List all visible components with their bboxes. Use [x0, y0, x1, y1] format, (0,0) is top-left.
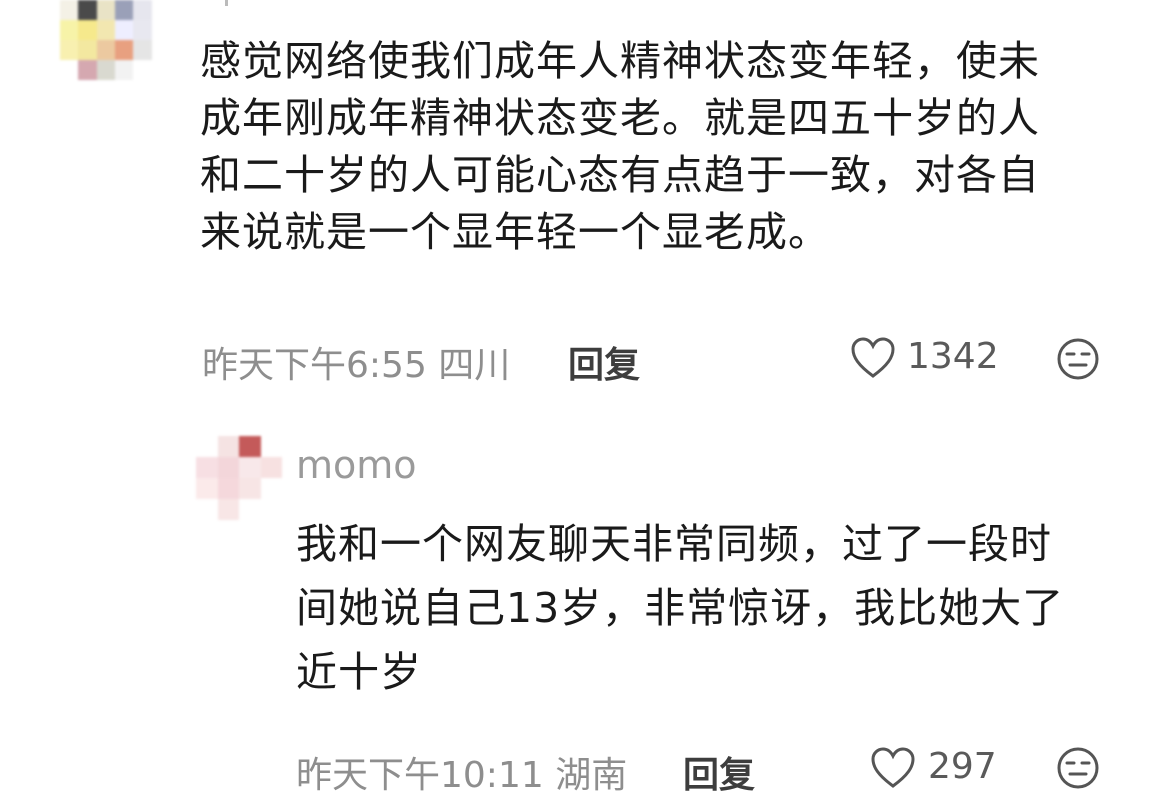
reply-button[interactable]: 回复 — [568, 336, 640, 388]
neutral-face-icon — [1057, 747, 1099, 789]
divider-mark — [225, 0, 228, 6]
emoji-reaction-button[interactable] — [1055, 745, 1101, 791]
commenter-avatar[interactable] — [60, 0, 170, 80]
reply-avatar[interactable] — [196, 436, 282, 520]
neutral-face-icon — [1057, 338, 1099, 380]
heart-outline-icon — [851, 337, 895, 378]
reply-text: 我和一个网友聊天非常同频，过了一段时 间她说自己13岁，非常惊讶，我比她大了 近… — [296, 512, 1126, 704]
comment-text: 感觉网络使我们成年人精神状态变年轻，使未 成年刚成年精神状态变老。就是四五十岁的… — [200, 33, 1130, 261]
reply-text-line: 我和一个网友聊天非常同频，过了一段时 — [296, 520, 1052, 568]
timestamp: 昨天下午10:11 — [296, 755, 544, 796]
like-count: 297 — [928, 746, 997, 787]
like-button[interactable] — [850, 336, 896, 380]
comment-text-line: 来说就是一个显年轻一个显老成。 — [200, 208, 830, 256]
reply-button[interactable]: 回复 — [683, 746, 755, 798]
like-count: 1342 — [907, 336, 999, 377]
comment-text-line: 和二十岁的人可能心态有点趋于一致，对各自 — [200, 151, 1040, 199]
emoji-reaction-button[interactable] — [1055, 336, 1101, 382]
heart-outline-icon — [871, 747, 915, 788]
comment-text-line: 感觉网络使我们成年人精神状态变年轻，使未 — [200, 37, 1040, 85]
comment-text-line: 成年刚成年精神状态变老。就是四五十岁的人 — [200, 94, 1040, 142]
like-button[interactable] — [870, 746, 916, 790]
comment-timestamp: 昨天下午6:55 四川 — [202, 336, 510, 388]
location: 湖南 — [555, 755, 628, 796]
reply-username[interactable]: momo — [296, 443, 417, 487]
reply-text-line: 间她说自己13岁，非常惊讶，我比她大了 — [296, 584, 1065, 632]
location: 四川 — [438, 345, 511, 386]
reply-text-line: 近十岁 — [296, 648, 422, 696]
timestamp: 昨天下午6:55 — [202, 345, 427, 386]
reply-timestamp: 昨天下午10:11 湖南 — [296, 746, 627, 798]
